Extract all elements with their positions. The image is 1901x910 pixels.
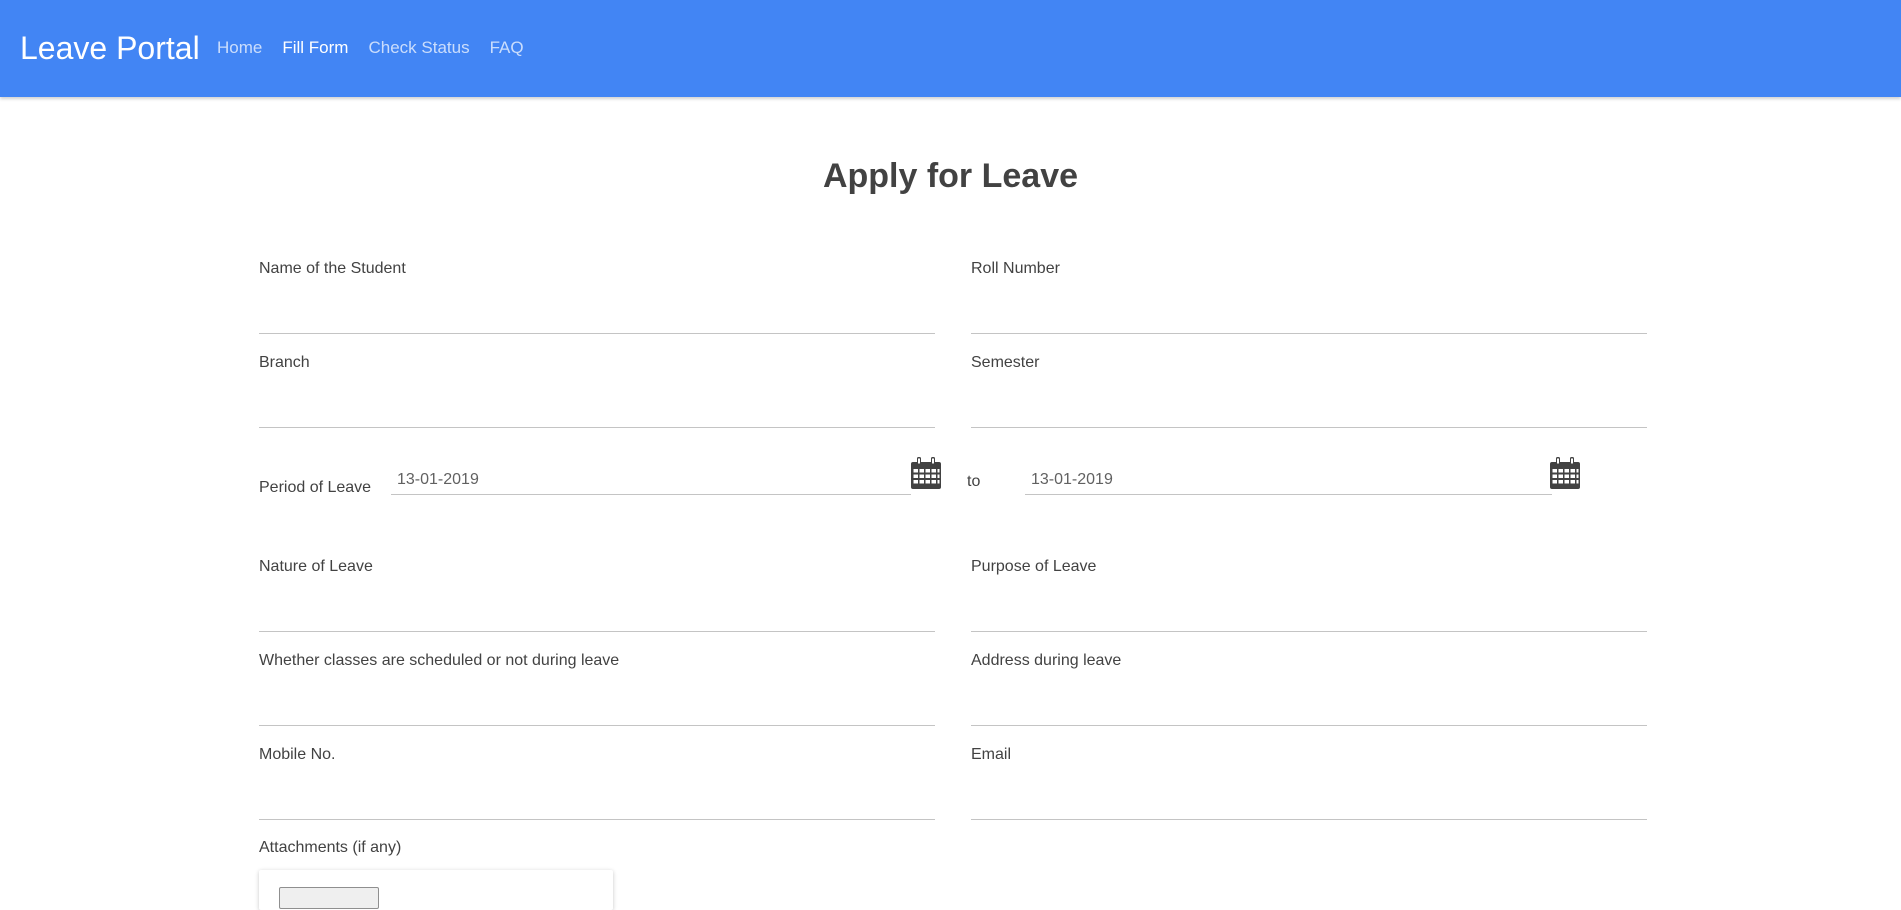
leave-to-date-input[interactable] <box>1025 465 1552 495</box>
address-during-leave-input[interactable] <box>971 701 1647 726</box>
address-during-leave-field: Address during leave <box>971 651 1647 726</box>
student-name-input[interactable] <box>259 309 935 334</box>
classes-scheduled-field: Whether classes are scheduled or not dur… <box>259 651 935 726</box>
nav-link-home[interactable]: Home <box>217 37 262 59</box>
leave-from-date-input[interactable] <box>391 465 911 495</box>
classes-scheduled-label: Whether classes are scheduled or not dur… <box>259 652 620 669</box>
roll-number-field: Roll Number <box>971 259 1647 334</box>
nature-of-leave-field: Nature of Leave <box>259 557 935 632</box>
attachments-label: Attachments (if any) <box>259 839 402 856</box>
period-of-leave-row: Period of Leave to <box>259 453 1649 503</box>
brand-logo[interactable]: Leave Portal <box>20 27 200 69</box>
navbar: Leave Portal Home Fill Form Check Status… <box>0 0 1901 97</box>
calendar-icon[interactable] <box>1549 456 1581 490</box>
student-name-label: Name of the Student <box>259 260 406 277</box>
purpose-of-leave-label: Purpose of Leave <box>971 558 1097 575</box>
nav-link-check-status[interactable]: Check Status <box>368 37 469 59</box>
nav-link-faq[interactable]: FAQ <box>490 37 524 59</box>
nav-links: Home Fill Form Check Status FAQ <box>217 37 524 59</box>
mobile-label: Mobile No. <box>259 746 336 763</box>
semester-label: Semester <box>971 354 1040 371</box>
period-to-label: to <box>967 473 981 490</box>
address-during-leave-label: Address during leave <box>971 652 1122 669</box>
nav-link-fill-form[interactable]: Fill Form <box>282 37 348 59</box>
attachments-dropzone[interactable] <box>259 870 613 910</box>
mobile-input[interactable] <box>259 795 935 820</box>
purpose-of-leave-field: Purpose of Leave <box>971 557 1647 632</box>
purpose-of-leave-input[interactable] <box>971 607 1647 632</box>
choose-file-button[interactable] <box>279 887 379 909</box>
nature-of-leave-label: Nature of Leave <box>259 558 373 575</box>
semester-input[interactable] <box>971 403 1647 428</box>
classes-scheduled-input[interactable] <box>259 701 935 726</box>
branch-field: Branch <box>259 353 935 428</box>
branch-input[interactable] <box>259 403 935 428</box>
email-label: Email <box>971 746 1012 763</box>
email-input[interactable] <box>971 795 1647 820</box>
roll-number-input[interactable] <box>971 309 1647 334</box>
mobile-field: Mobile No. <box>259 745 935 820</box>
semester-field: Semester <box>971 353 1647 428</box>
calendar-icon[interactable] <box>910 456 942 490</box>
nature-of-leave-input[interactable] <box>259 607 935 632</box>
email-field: Email <box>971 745 1647 820</box>
page-title: Apply for Leave <box>822 157 1079 195</box>
period-of-leave-label: Period of Leave <box>259 479 372 496</box>
student-name-field: Name of the Student <box>259 259 935 334</box>
roll-number-label: Roll Number <box>971 260 1060 277</box>
branch-label: Branch <box>259 354 310 371</box>
